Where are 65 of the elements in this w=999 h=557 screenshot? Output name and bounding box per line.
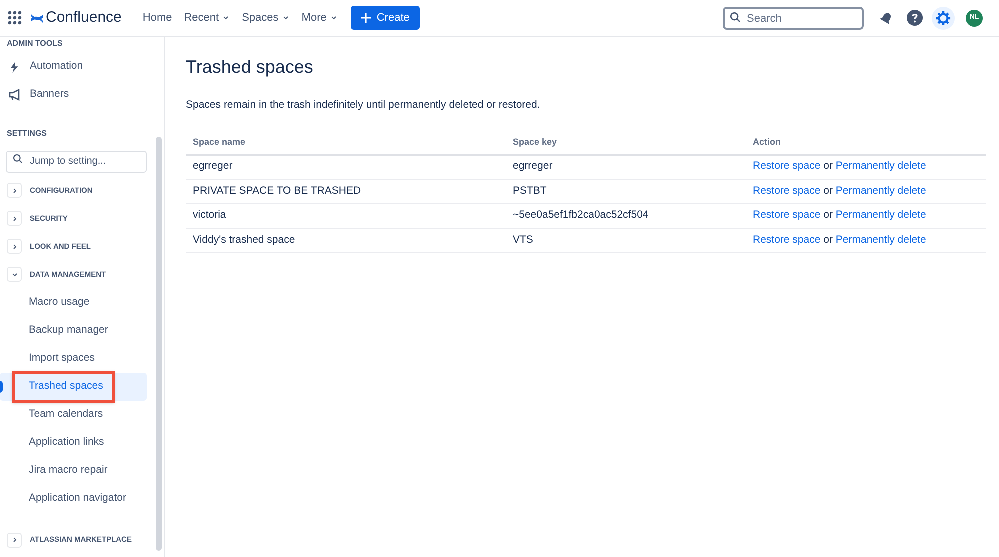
column-header: Space name [186,130,506,155]
table-cell: ~5ee0a5ef1fb2ca0ac52cf504 [506,204,746,228]
table-cell: egrreger [186,154,506,180]
sidebar-item[interactable]: Application navigator [0,484,147,512]
sidebar-item[interactable]: Banners [0,81,153,109]
table-cell: PSTBT [506,179,746,204]
sidebar-item[interactable]: Trashed spaces [0,372,147,400]
sidebar-item[interactable]: Jira macro repair [0,456,147,484]
table-cell: PRIVATE SPACE TO BE TRASHED [186,179,506,204]
section-heading: ADMIN TOOLS [6,38,64,49]
sidebar-item[interactable]: Import spaces [0,344,147,372]
sidebar-item[interactable]: Automation [0,53,153,81]
search-icon [730,12,741,23]
column-header: Action [746,130,986,155]
delete-link[interactable]: Permanently delete [836,234,926,246]
chevron-down-icon [222,14,230,22]
delete-link[interactable]: Permanently delete [836,184,926,197]
app-grid-icon[interactable] [8,11,22,25]
chevron-down-icon [282,14,290,22]
plus-icon [360,13,371,23]
settings-icon[interactable] [932,6,955,30]
section-heading: SETTINGS [6,128,48,140]
restore-link[interactable]: Restore space [753,234,821,246]
column-header: Space key [506,130,746,155]
chevron-right-icon[interactable] [7,239,22,254]
table-cell: VTS [506,228,746,253]
sidebar-item[interactable]: Macro usage [0,288,147,316]
chevron-right-icon[interactable] [7,183,22,198]
table-cell: Viddy's trashed space [186,228,506,253]
logo-icon [30,12,44,24]
table-cell: egrreger [506,154,746,180]
chevron-right-icon[interactable] [7,211,22,226]
page-title: Trashed spaces [186,56,314,79]
restore-link[interactable]: Restore space [753,184,821,197]
help-icon[interactable] [907,10,923,26]
sidebar-item[interactable]: Application links [0,428,147,456]
connector-text: or [824,184,833,197]
delete-link[interactable]: Permanently delete [836,160,926,172]
bell-icon[interactable] [880,12,893,24]
search-field[interactable]: Search [723,7,864,30]
product-name[interactable]: Confluence [46,6,122,30]
create-button[interactable]: Create [350,6,420,30]
search-icon [13,154,23,164]
connector-text: or [824,234,833,246]
bolt-icon [9,61,21,73]
nav-link[interactable]: More [296,6,343,30]
sidebar-item[interactable]: Backup manager [0,316,147,344]
selection-indicator [0,380,3,392]
table-cell: victoria [186,204,506,228]
chevron-down-icon [330,14,338,22]
description-text: Spaces remain in the trash indefinitely until permanently deleted or restored. [186,98,542,113]
sidebar-item[interactable]: Team calendars [0,400,147,428]
delete-link[interactable]: Permanently delete [836,209,926,222]
scrollbar[interactable] [156,137,162,551]
connector-text: or [824,160,833,172]
chevron-down-icon[interactable] [7,267,22,282]
nav-link[interactable]: Home [138,6,178,30]
connector-text: or [824,209,833,222]
chevron-right-icon[interactable] [7,532,22,548]
settings-search-field[interactable]: Jump to setting... [6,150,147,172]
nav-link[interactable]: Recent [179,6,236,30]
nav-link[interactable]: Spaces [237,6,295,30]
megaphone-icon [9,89,21,101]
restore-link[interactable]: Restore space [753,160,821,172]
restore-link[interactable]: Restore space [753,209,821,222]
